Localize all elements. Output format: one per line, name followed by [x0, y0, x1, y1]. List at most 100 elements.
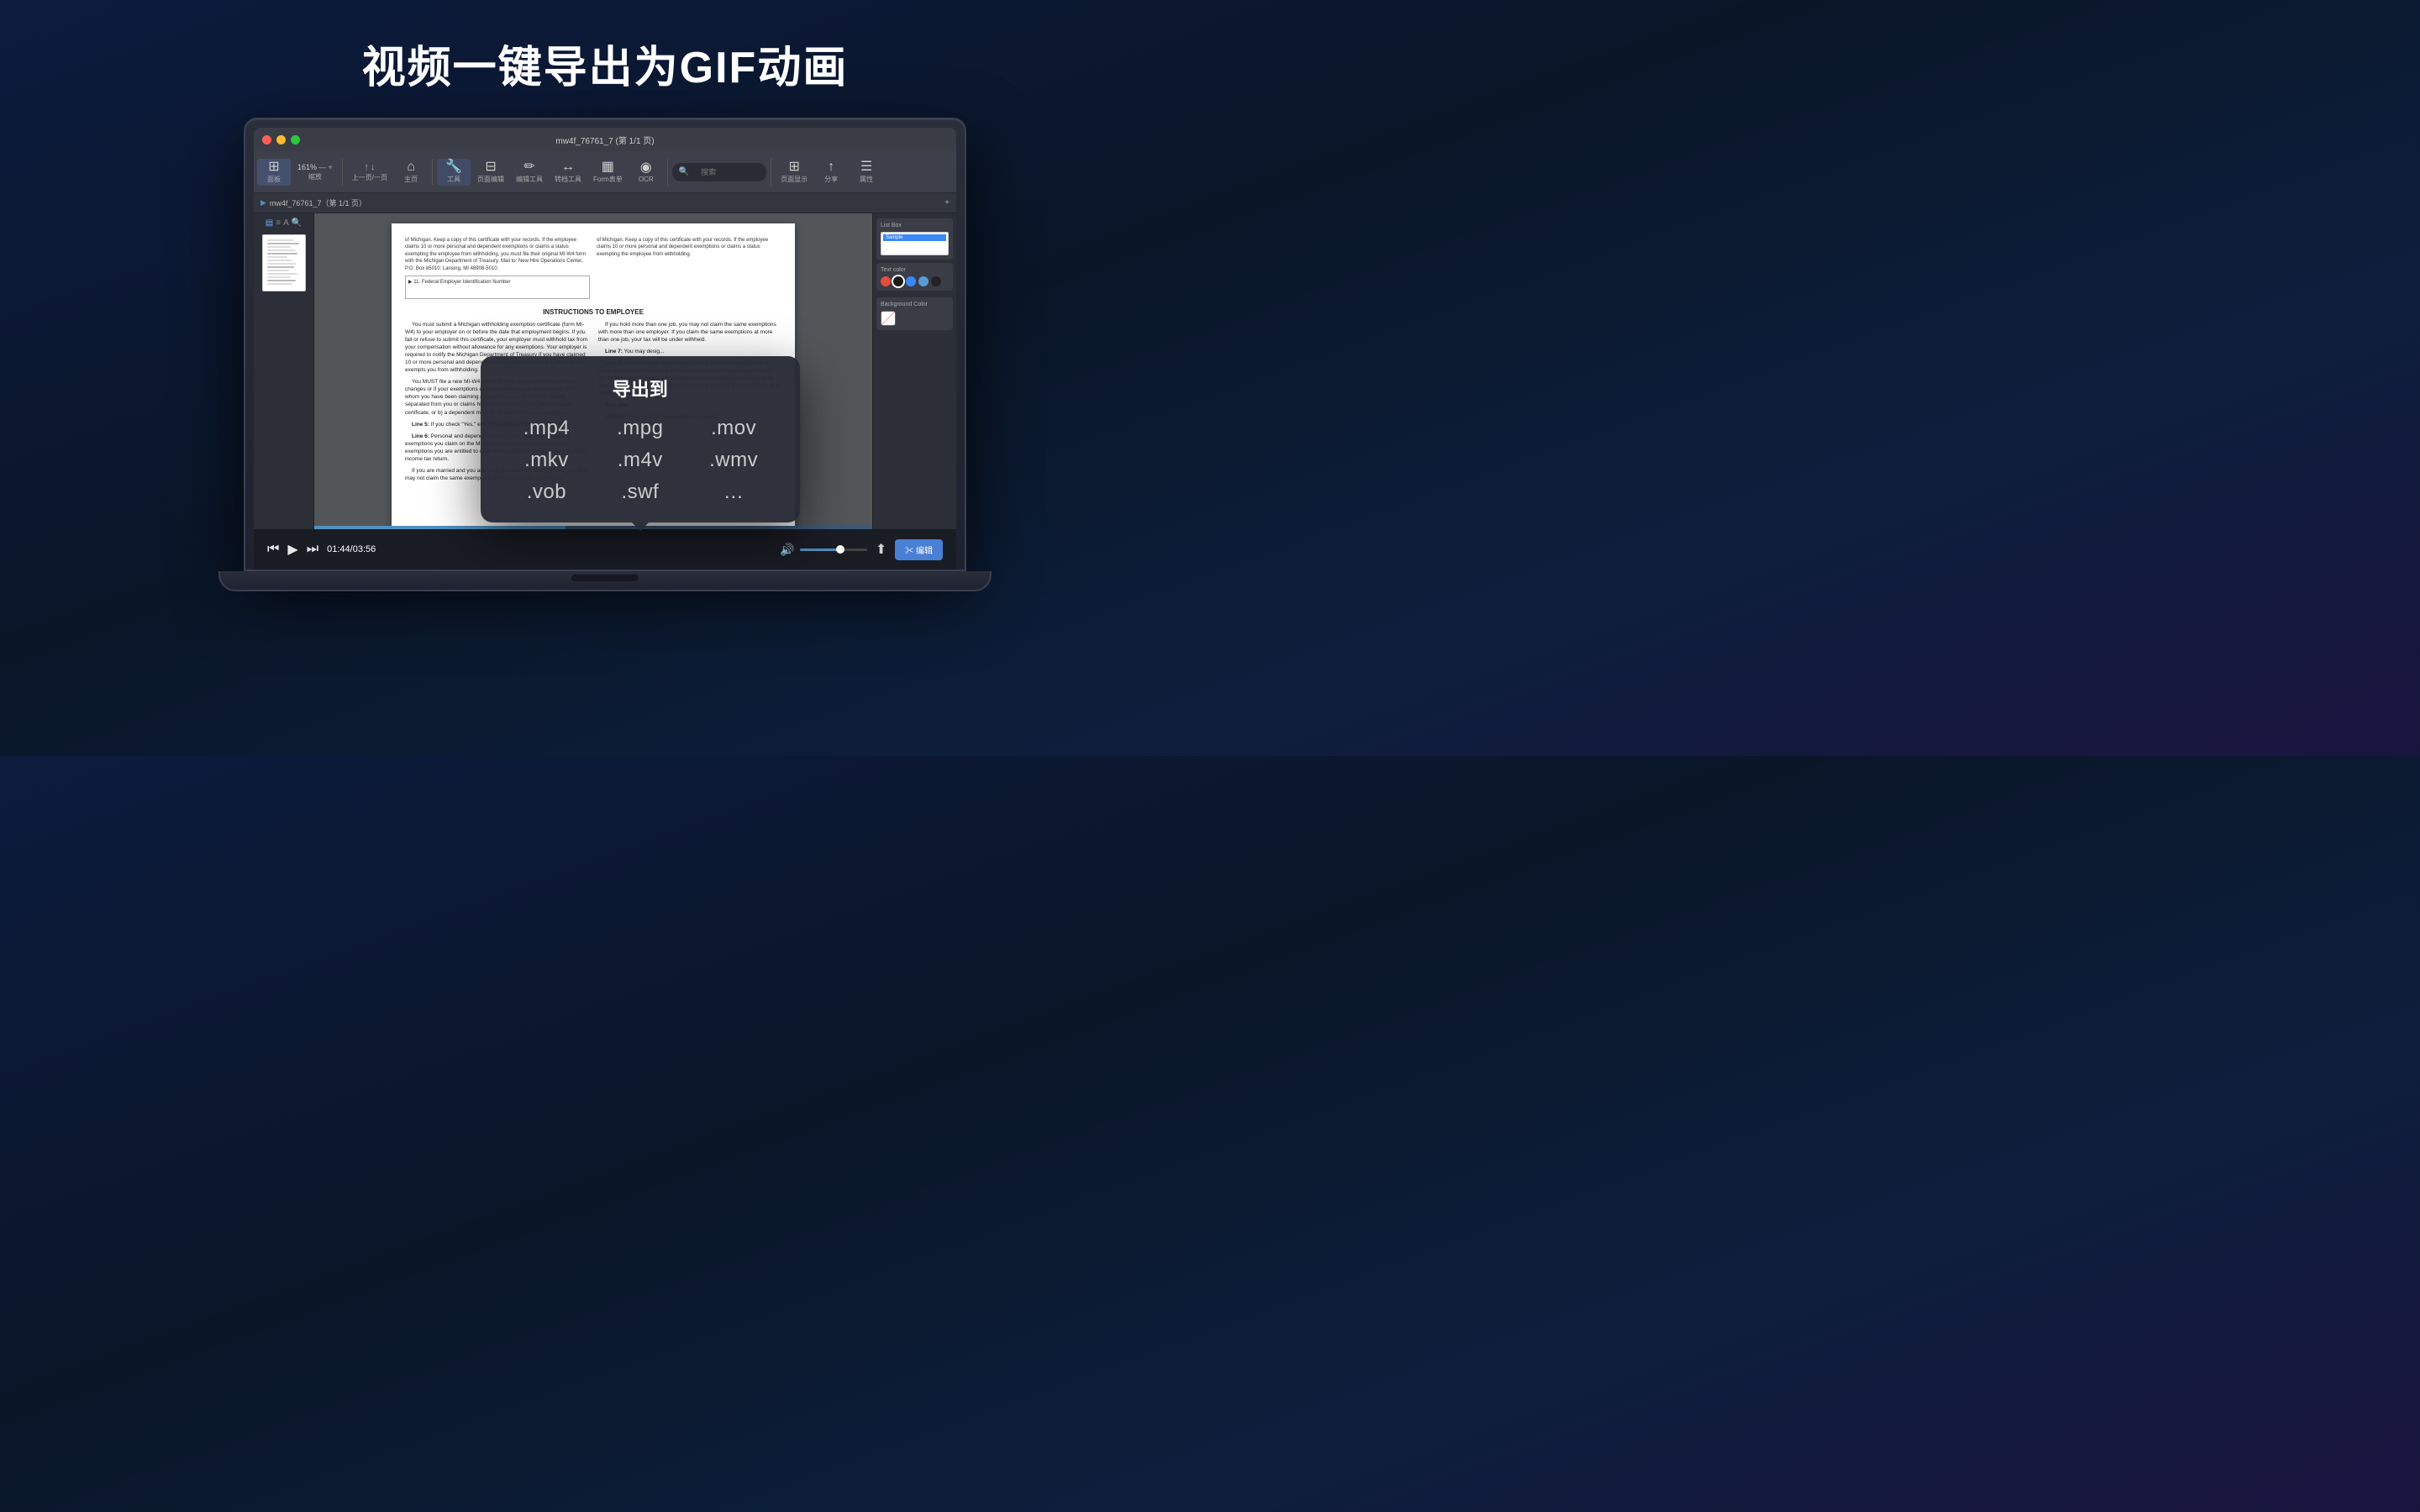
- toolbar-nav[interactable]: ↑ ↓ 上一页/一页: [347, 160, 392, 184]
- format-m4v[interactable]: .m4v: [597, 449, 682, 472]
- text-view-btn[interactable]: A: [283, 218, 289, 228]
- list-view-btn[interactable]: ≡: [276, 218, 281, 228]
- laptop-screen: mw4f_76761_7 (第 1/1 页) ⊞ 面板 161% — + 缩放: [254, 128, 956, 570]
- traffic-lights: [262, 135, 300, 144]
- add-tab-button[interactable]: +: [944, 198, 950, 207]
- format-more[interactable]: …: [691, 480, 776, 504]
- zoom-label: 缩放: [308, 172, 322, 181]
- form-label: Form表单: [593, 175, 623, 184]
- properties-icon: ☰: [860, 160, 872, 174]
- format-mov[interactable]: .mov: [691, 417, 776, 440]
- text-color-panel: Text color: [876, 263, 953, 291]
- volume-control: 🔊: [780, 543, 866, 557]
- popup-arrow: [632, 522, 649, 531]
- window-title: mw4f_76761_7 (第 1/1 页): [555, 134, 654, 146]
- toolbar-panel[interactable]: ⊞ 面板: [257, 159, 291, 186]
- laptop-base: [218, 571, 992, 591]
- home-label: 主页: [404, 175, 418, 184]
- play-button[interactable]: ▶: [287, 541, 297, 558]
- page-edit-icon: ⊟: [485, 160, 496, 174]
- volume-thumb: [836, 545, 844, 554]
- format-grid: .mp4 .mpg .mov .mkv .m4v .wmv .vob .swf …: [504, 417, 776, 504]
- close-button[interactable]: [262, 135, 271, 144]
- list-box-preview: Sample: [881, 232, 949, 255]
- panel-icon: ⊞: [268, 160, 279, 174]
- toolbar-convert[interactable]: ↔ 转档工具: [550, 159, 587, 186]
- page-view-label: 页面显示: [781, 175, 808, 184]
- search-input[interactable]: [692, 165, 760, 179]
- background-color-panel: Background Color: [876, 297, 953, 330]
- toolbar-tools[interactable]: 🔧 工具: [437, 159, 471, 186]
- video-controls: ⏮ ▶ ⏭ 01:44/03:56 🔊 ⬆ ✂ 编辑: [254, 529, 956, 570]
- list-box-panel: List Box Sample: [876, 218, 953, 260]
- minimize-button[interactable]: [276, 135, 286, 144]
- toolbar-share[interactable]: ↑ 分享: [814, 159, 848, 186]
- export-popup: 导出到 .mp4 .mpg .mov .mkv .m4v .wmv .vob .…: [481, 356, 800, 522]
- format-mpg[interactable]: .mpg: [597, 417, 682, 440]
- color-swatches: [881, 276, 949, 286]
- color-dark[interactable]: [931, 276, 941, 286]
- export-button[interactable]: ⬆: [876, 541, 886, 558]
- format-vob[interactable]: .vob: [504, 480, 589, 504]
- pdf-scroll-progress: [314, 526, 872, 529]
- page-view-icon: ⊞: [788, 160, 799, 174]
- tools-icon: 🔧: [445, 160, 462, 174]
- pdf-instructions-heading: INSTRUCTIONS TO EMPLOYEE: [405, 307, 781, 317]
- thumbnail-sidebar: ▤ ≡ A 🔍: [254, 213, 314, 529]
- page-thumbnail-1[interactable]: [262, 234, 306, 291]
- text-color-label: Text color: [881, 267, 949, 273]
- edit-button[interactable]: ✂ 编辑: [895, 539, 943, 560]
- sep3: [667, 159, 668, 186]
- toolbar-form[interactable]: ▦ Form表单: [588, 159, 628, 186]
- sep1: [342, 159, 343, 186]
- toolbar-home[interactable]: ⌂ 主页: [394, 159, 428, 186]
- toolbar-edit-tools[interactable]: ✏ 编辑工具: [511, 159, 548, 186]
- color-light-blue[interactable]: [918, 276, 929, 286]
- toolbar-zoom[interactable]: 161% — + 缩放: [292, 161, 338, 183]
- search-bar[interactable]: 🔍: [672, 163, 766, 181]
- format-mp4[interactable]: .mp4: [504, 417, 589, 440]
- search-icon: 🔍: [679, 167, 689, 176]
- format-mkv[interactable]: .mkv: [504, 449, 589, 472]
- ocr-label: OCR: [639, 176, 654, 183]
- search-sidebar-btn[interactable]: 🔍: [292, 218, 302, 228]
- tabbar: ▶ mw4f_76761_7（第 1/1 页） +: [254, 193, 956, 213]
- toolbar-page-view[interactable]: ⊞ 页面显示: [776, 159, 813, 186]
- volume-fill: [800, 549, 840, 551]
- format-wmv[interactable]: .wmv: [691, 449, 776, 472]
- page-title: 视频一键导出为GIF动画: [0, 0, 1210, 95]
- time-display: 01:44/03:56: [327, 544, 376, 554]
- form-icon: ▦: [602, 160, 614, 174]
- format-swf[interactable]: .swf: [597, 480, 682, 504]
- tab-indicator: ▶: [260, 198, 266, 207]
- export-popup-title: 导出到: [504, 375, 776, 402]
- color-black[interactable]: [893, 276, 903, 286]
- background-color-label: Background Color: [881, 302, 949, 307]
- list-box-label: List Box: [881, 223, 949, 228]
- laptop-mockup: mw4f_76761_7 (第 1/1 页) ⊞ 面板 161% — + 缩放: [244, 118, 966, 605]
- pdf-progress-fill: [314, 526, 566, 529]
- home-icon: ⌂: [407, 160, 415, 174]
- properties-label: 属性: [860, 175, 873, 184]
- convert-label: 转档工具: [555, 175, 581, 184]
- toolbar-ocr[interactable]: ◉ OCR: [629, 160, 663, 185]
- color-red[interactable]: [881, 276, 891, 286]
- share-icon: ↑: [828, 160, 834, 174]
- fast-forward-button[interactable]: ⏭: [307, 542, 318, 557]
- volume-slider[interactable]: [800, 549, 867, 551]
- color-blue[interactable]: [906, 276, 916, 286]
- maximize-button[interactable]: [291, 135, 300, 144]
- toolbar-properties[interactable]: ☰ 属性: [850, 159, 883, 186]
- rewind-button[interactable]: ⏮: [267, 542, 279, 557]
- nav-label: 上一页/一页: [352, 173, 387, 182]
- panel-label: 面板: [267, 175, 281, 184]
- toolbar-page-edit[interactable]: ⊟ 页面编辑: [472, 159, 509, 186]
- volume-icon: 🔊: [780, 543, 794, 557]
- page-edit-label: 页面编辑: [477, 175, 504, 184]
- bg-color-swatch[interactable]: [881, 311, 896, 326]
- toolbar: ⊞ 面板 161% — + 缩放 ↑ ↓: [254, 151, 956, 193]
- right-panel: List Box Sample Text color: [872, 213, 956, 529]
- thumb-view-btn[interactable]: ▤: [266, 218, 273, 228]
- edit-tools-icon: ✏: [523, 160, 534, 174]
- sep2: [432, 159, 433, 186]
